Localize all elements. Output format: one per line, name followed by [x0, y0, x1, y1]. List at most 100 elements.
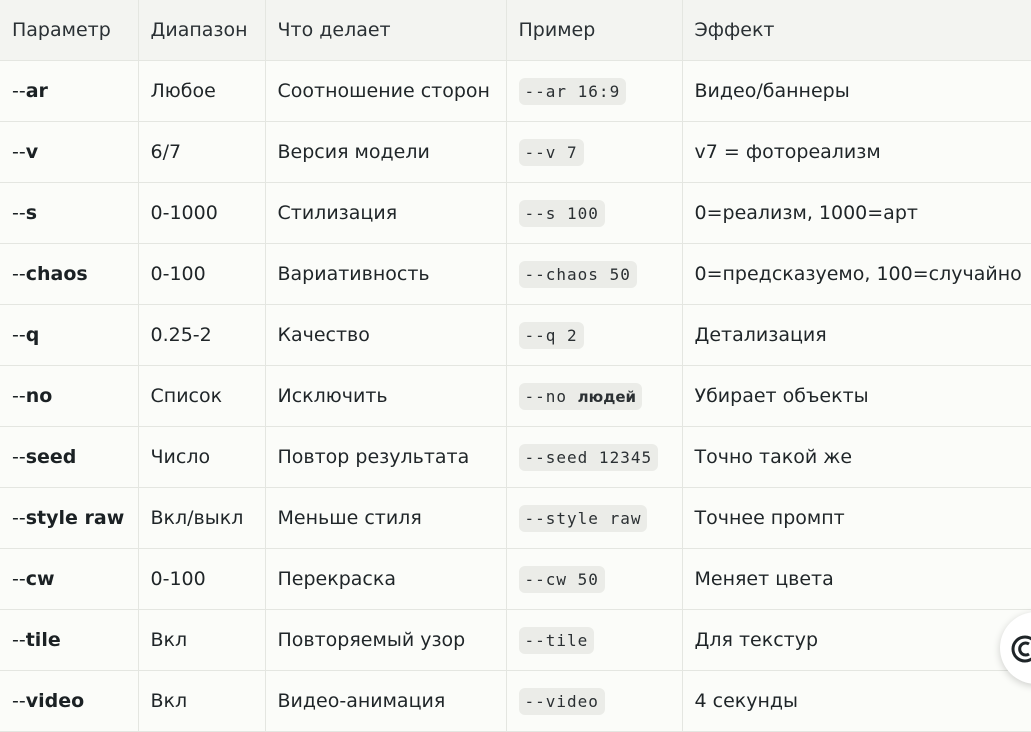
param-cell: --style raw [0, 487, 139, 549]
param-cell: --ar [0, 60, 139, 122]
table-row: --no Список Исключить --no людей Убирает… [0, 365, 1031, 427]
example-cell: --ar 16:9 [506, 60, 683, 122]
does-cell: Перекраска [265, 548, 507, 610]
range-cell: 0-100 [138, 243, 266, 305]
example-cell: --tile [506, 609, 683, 671]
example-cell: --v 7 [506, 121, 683, 183]
param-name: chaos [25, 262, 88, 285]
param-prefix: -- [12, 689, 26, 712]
table-row: --chaos 0-100 Вариативность --chaos 50 0… [0, 243, 1031, 305]
param-cell: --chaos [0, 243, 139, 305]
range-cell: Любое [138, 60, 266, 122]
table-header: Параметр Диапазон Что делает Пример Эффе… [0, 0, 1031, 61]
example-cell: --style raw [506, 487, 683, 549]
param-name: ar [25, 79, 48, 102]
param-prefix: -- [12, 79, 26, 102]
table-row: --ar Любое Соотношение сторон --ar 16:9 … [0, 60, 1031, 122]
param-prefix: -- [12, 323, 26, 346]
effect-cell: Для текстур [682, 609, 1031, 671]
table-row: --tile Вкл Повторяемый узор --tile Для т… [0, 609, 1031, 671]
does-cell: Вариативность [265, 243, 507, 305]
header-range: Диапазон [138, 0, 266, 61]
param-prefix: -- [12, 628, 26, 651]
example-cell: --video [506, 670, 683, 732]
does-cell: Качество [265, 304, 507, 366]
example-code: --tile [518, 626, 595, 654]
example-code: --video [518, 687, 605, 715]
example-code: --q 2 [518, 321, 584, 349]
example-code: --no людей [518, 382, 643, 410]
parameters-table: Параметр Диапазон Что делает Пример Эффе… [0, 0, 1031, 732]
effect-cell: Точнее промпт [682, 487, 1031, 549]
example-code: --ar 16:9 [518, 77, 627, 105]
param-cell: --v [0, 121, 139, 183]
param-name: tile [25, 628, 61, 651]
param-cell: --cw [0, 548, 139, 610]
example-code: --seed 12345 [518, 443, 659, 471]
example-cell: --cw 50 [506, 548, 683, 610]
header-row: Параметр Диапазон Что делает Пример Эффе… [0, 0, 1031, 61]
param-name: cw [25, 567, 55, 590]
does-cell: Стилизация [265, 182, 507, 244]
param-prefix: -- [12, 506, 26, 529]
range-cell: Список [138, 365, 266, 427]
example-cell: --chaos 50 [506, 243, 683, 305]
effect-cell: Видео/баннеры [682, 60, 1031, 122]
range-cell: Вкл/выкл [138, 487, 266, 549]
example-code-text: --no [524, 386, 568, 406]
table-body: --ar Любое Соотношение сторон --ar 16:9 … [0, 60, 1031, 732]
table-row: --cw 0-100 Перекраска --cw 50 Меняет цве… [0, 548, 1031, 610]
effect-cell: 0=предсказуемо, 100=случайно [682, 243, 1031, 305]
does-cell: Исключить [265, 365, 507, 427]
example-code: --chaos 50 [518, 260, 637, 288]
range-cell: 6/7 [138, 121, 266, 183]
param-prefix: -- [12, 567, 26, 590]
param-name: video [25, 689, 85, 712]
param-name: seed [25, 445, 77, 468]
table-row: --style raw Вкл/выкл Меньше стиля --styl… [0, 487, 1031, 549]
param-name: s [25, 201, 38, 224]
table-row: --video Вкл Видео-анимация --video 4 сек… [0, 670, 1031, 732]
example-code: --v 7 [518, 138, 584, 166]
param-name: style raw [25, 506, 125, 529]
does-cell: Видео-анимация [265, 670, 507, 732]
table-row: --seed Число Повтор результата --seed 12… [0, 426, 1031, 488]
example-cell: --no людей [506, 365, 683, 427]
example-cell: --seed 12345 [506, 426, 683, 488]
param-prefix: -- [12, 140, 26, 163]
copy-icon [1011, 635, 1031, 663]
example-code: --cw 50 [518, 565, 605, 593]
does-cell: Меньше стиля [265, 487, 507, 549]
effect-cell: Точно такой же [682, 426, 1031, 488]
param-prefix: -- [12, 201, 26, 224]
range-cell: Число [138, 426, 266, 488]
param-prefix: -- [12, 262, 26, 285]
effect-cell: 4 секунды [682, 670, 1031, 732]
param-prefix: -- [12, 445, 26, 468]
header-param: Параметр [0, 0, 139, 61]
header-effect: Эффект [682, 0, 1031, 61]
param-cell: --q [0, 304, 139, 366]
range-cell: 0.25-2 [138, 304, 266, 366]
example-code-bold: людей [577, 387, 637, 406]
effect-cell: 0=реализм, 1000=арт [682, 182, 1031, 244]
does-cell: Соотношение сторон [265, 60, 507, 122]
does-cell: Повтор результата [265, 426, 507, 488]
range-cell: Вкл [138, 609, 266, 671]
param-name: v [25, 140, 39, 163]
range-cell: 0-1000 [138, 182, 266, 244]
effect-cell: Убирает объекты [682, 365, 1031, 427]
example-code: --s 100 [518, 199, 605, 227]
example-cell: --q 2 [506, 304, 683, 366]
table-row: --s 0-1000 Стилизация --s 100 0=реализм,… [0, 182, 1031, 244]
does-cell: Версия модели [265, 121, 507, 183]
param-cell: --video [0, 670, 139, 732]
param-cell: --seed [0, 426, 139, 488]
does-cell: Повторяемый узор [265, 609, 507, 671]
example-cell: --s 100 [506, 182, 683, 244]
effect-cell: Меняет цвета [682, 548, 1031, 610]
range-cell: Вкл [138, 670, 266, 732]
param-name: no [25, 384, 53, 407]
param-cell: --no [0, 365, 139, 427]
effect-cell: Детализация [682, 304, 1031, 366]
